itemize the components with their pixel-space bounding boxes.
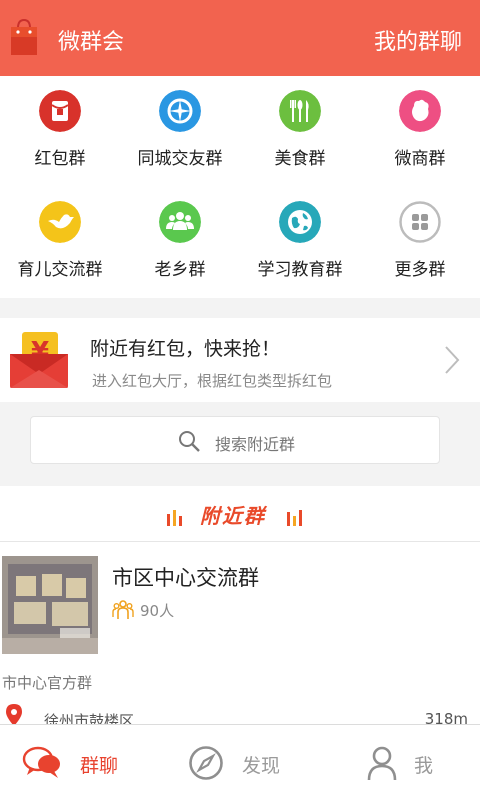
category-label: 更多群 — [394, 260, 446, 280]
category-microbusiness[interactable]: 微商群 — [360, 76, 480, 187]
globe-icon — [279, 201, 321, 243]
category-label: 红包群 — [34, 149, 86, 169]
search-input[interactable]: 搜索附近群 — [30, 416, 440, 464]
category-hometown[interactable]: 老乡群 — [120, 187, 240, 298]
nearby-section-header: 附近群 — [0, 486, 480, 542]
compass-cross-icon — [159, 90, 201, 132]
category-grid: 红包群 同城交友群 美食群 微商群 育儿交流群 老乡群 学习教育群 更多群 — [0, 76, 480, 298]
category-food[interactable]: 美食群 — [240, 76, 360, 187]
search-placeholder: 搜索附近群 — [215, 435, 296, 454]
my-groups-link[interactable]: 我的群聊 — [374, 24, 462, 56]
app-title: 微群会 — [58, 30, 125, 55]
header-bar: 微群会 我的群聊 — [0, 0, 480, 76]
banner-title: 附近有红包，快来抢！ — [90, 338, 281, 360]
bars-decoration-icon — [287, 510, 302, 526]
category-label: 微商群 — [394, 149, 446, 169]
tab-label: 我 — [414, 755, 434, 777]
category-label: 美食群 — [274, 149, 326, 169]
bottom-tab-bar: 群聊 发现 我 — [0, 724, 480, 800]
chat-bubbles-icon — [22, 746, 60, 778]
group-thumbnail — [2, 556, 98, 654]
category-education[interactable]: 学习教育群 — [240, 187, 360, 298]
tab-label: 发现 — [242, 755, 281, 777]
members-icon — [112, 600, 134, 619]
app-screen: 微群会 我的群聊 红包群 同城交友群 美食群 微商群 育儿交流群 老乡群 学习教… — [0, 0, 480, 800]
tab-label: 群聊 — [80, 755, 119, 777]
category-label: 同城交友群 — [137, 149, 223, 169]
tab-me[interactable]: 我 — [320, 725, 480, 800]
person-icon — [367, 746, 397, 781]
group-photo-image — [2, 556, 98, 654]
category-local-friends[interactable]: 同城交友群 — [120, 76, 240, 187]
banner-subtitle: 进入红包大厅，根据红包类型拆红包 — [92, 372, 333, 390]
bars-decoration-icon — [167, 510, 182, 526]
category-more[interactable]: 更多群 — [360, 187, 480, 298]
red-envelope-icon — [39, 90, 81, 132]
tab-discover[interactable]: 发现 — [160, 725, 320, 800]
red-packet-banner[interactable]: ¥ 附近有红包，快来抢！ 进入红包大厅，根据红包类型拆红包 — [0, 318, 480, 402]
search-icon — [179, 431, 200, 452]
search-section: 搜索附近群 — [0, 402, 480, 486]
more-grid-icon — [399, 201, 441, 243]
group-name: 市区中心交流群 — [112, 566, 259, 590]
category-parenting[interactable]: 育儿交流群 — [0, 187, 120, 298]
group-member-count: 90人 — [140, 602, 175, 620]
location-pin-icon — [6, 704, 22, 726]
bird-icon — [39, 201, 81, 243]
shopping-bag-logo-icon — [11, 18, 37, 55]
fork-knife-icon — [279, 90, 321, 132]
nearby-title: 附近群 — [200, 504, 266, 528]
red-envelope-yuan-icon: ¥ — [10, 332, 68, 388]
category-label: 老乡群 — [154, 260, 206, 280]
category-label: 育儿交流群 — [17, 260, 103, 280]
compass-icon — [189, 746, 223, 780]
group-list-item[interactable]: 市区中心交流群 90人 市中心官方群 徐州市鼓楼区 318m — [0, 542, 480, 730]
chevron-right-icon — [445, 346, 460, 374]
group-description: 市中心官方群 — [2, 674, 93, 692]
category-red-packet[interactable]: 红包群 — [0, 76, 120, 187]
hand-icon — [399, 90, 441, 132]
people-icon — [159, 201, 201, 243]
category-label: 学习教育群 — [257, 260, 343, 280]
tab-group-chat[interactable]: 群聊 — [0, 725, 160, 800]
